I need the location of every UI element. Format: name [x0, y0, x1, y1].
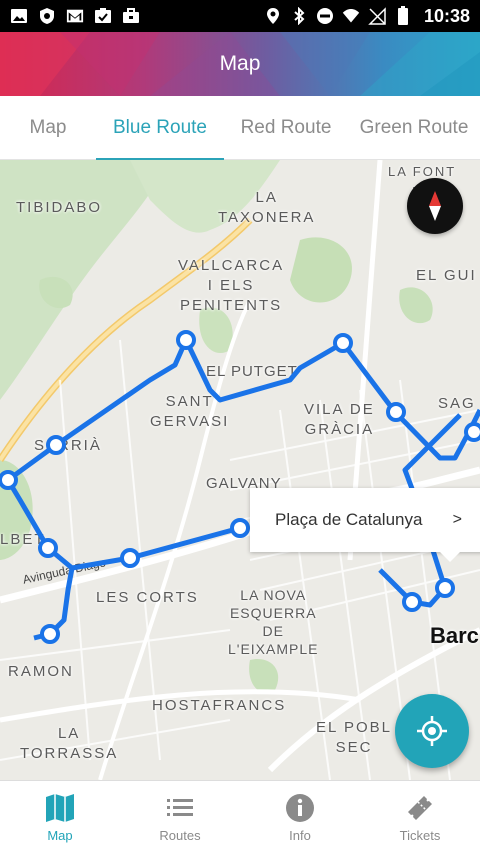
route-stop[interactable] — [38, 538, 58, 558]
nav-tickets[interactable]: Tickets — [360, 781, 480, 854]
nav-routes[interactable]: Routes — [120, 781, 240, 854]
callout-stop-name: Plaça de Catalunya — [275, 510, 423, 529]
my-location-icon — [417, 716, 447, 746]
image-icon — [10, 7, 28, 25]
map-view[interactable]: TIBIDABO LA TAXONERA LA FONT FA VALLCARC… — [0, 160, 480, 780]
stop-callout[interactable]: Plaça de Catalunya > — [250, 488, 480, 562]
tab-blue-route[interactable]: Blue Route — [96, 96, 224, 161]
blue-route — [0, 330, 480, 644]
bluetooth-icon — [290, 7, 308, 25]
system-icons: 10:38 — [264, 6, 470, 27]
nav-map[interactable]: Map — [0, 781, 120, 854]
location-icon — [264, 7, 282, 25]
signal-icon — [368, 7, 386, 25]
page-title: Map — [219, 52, 261, 75]
route-stop[interactable] — [176, 330, 196, 350]
shield-icon — [38, 7, 56, 25]
briefcase-icon — [122, 7, 140, 25]
callout-arrow-icon: > — [452, 511, 462, 528]
status-bar: 10:38 — [0, 0, 480, 32]
route-stop[interactable] — [46, 435, 66, 455]
task-check-icon — [94, 7, 112, 25]
wifi-icon — [342, 7, 360, 25]
route-stop[interactable] — [333, 333, 353, 353]
notification-icons — [10, 7, 140, 25]
compass-button[interactable] — [407, 178, 463, 234]
route-stop[interactable] — [230, 518, 250, 538]
status-time: 10:38 — [423, 5, 470, 26]
route-stop[interactable] — [0, 470, 18, 490]
list-icon — [167, 799, 193, 816]
route-stop[interactable] — [464, 422, 480, 442]
tab-map[interactable]: Map — [0, 96, 96, 160]
battery-icon — [394, 6, 412, 25]
route-stop[interactable] — [435, 578, 455, 598]
tab-red-route[interactable]: Red Route — [224, 96, 348, 160]
ticket-icon — [408, 796, 432, 820]
tab-green-route[interactable]: Green Route — [348, 96, 480, 160]
route-tabs: Map Blue Route Red Route Green Route — [0, 96, 480, 161]
bottom-navigation: Map Routes Info Tickets — [0, 780, 480, 854]
route-stop[interactable] — [120, 548, 140, 568]
do-not-disturb-icon — [316, 7, 334, 25]
compass-icon — [429, 191, 441, 221]
route-stop[interactable] — [402, 592, 422, 612]
my-location-button[interactable] — [395, 694, 469, 768]
callout-tail — [440, 552, 460, 562]
route-stop[interactable] — [40, 624, 60, 644]
info-icon — [286, 794, 314, 822]
nav-info[interactable]: Info — [240, 781, 360, 854]
app-header: Map — [0, 32, 480, 96]
map-icon — [46, 794, 74, 822]
route-stop[interactable] — [386, 402, 406, 422]
gmail-icon — [66, 7, 84, 25]
